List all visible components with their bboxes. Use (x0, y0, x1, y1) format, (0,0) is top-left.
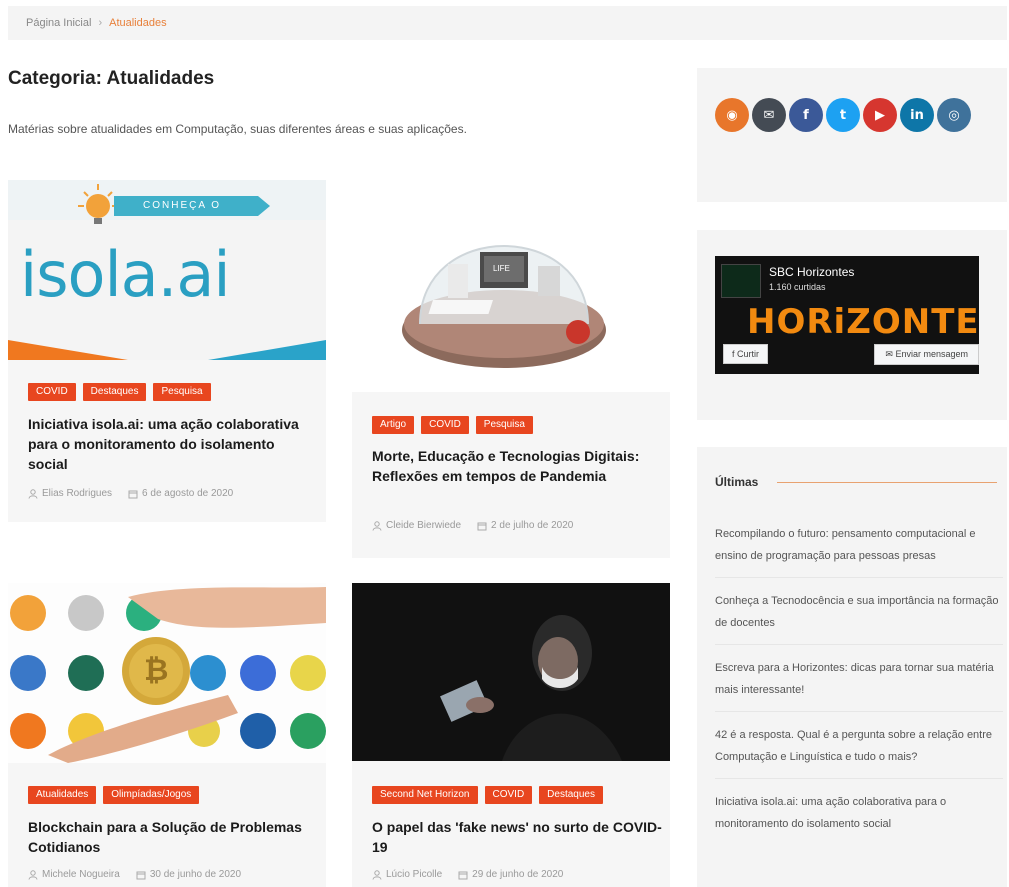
thumb-logo-text: isola.ai (20, 238, 231, 311)
post-author[interactable]: Michele Nogueira (28, 869, 120, 880)
linkedin-icon[interactable]: in (900, 98, 934, 132)
facebook-page-box[interactable]: SBC Horizontes 1.160 curtidas HORiZONTE … (715, 256, 979, 374)
post-card[interactable]: CONHEÇA O isola.ai COVID Destaques Pesqu… (8, 180, 326, 522)
youtube-icon[interactable]: ▶ (863, 98, 897, 132)
facebook-icon[interactable]: f (789, 98, 823, 132)
facebook-message-label: Enviar mensagem (895, 349, 968, 359)
facebook-like-button[interactable]: f Curtir (723, 344, 769, 364)
post-meta: Elias Rodrigues 6 de agosto de 2020 (28, 488, 233, 499)
post-thumbnail[interactable]: ₿ (8, 583, 326, 763)
page-description: Matérias sobre atualidades em Computação… (8, 122, 467, 136)
bitcoin-icon: ₿ (144, 653, 169, 688)
post-meta: Cleide Bierwiede 2 de julho de 2020 (372, 520, 573, 531)
social-widget: ◉ ✉ f t ▶ in ◎ (697, 68, 1007, 202)
social-icons: ◉ ✉ f t ▶ in ◎ (715, 98, 971, 132)
facebook-page-name[interactable]: SBC Horizontes (769, 265, 854, 279)
post-tags: Artigo COVID Pesquisa (372, 416, 533, 434)
calendar-icon (128, 490, 138, 498)
thumb-screen-text: LIFE (493, 264, 510, 273)
tag-link[interactable]: Destaques (539, 786, 603, 804)
post-author-name: Lúcio Picolle (386, 869, 443, 880)
post-date: 6 de agosto de 2020 (128, 488, 233, 499)
latest-posts-widget: Últimas Recompilando o futuro: pensament… (697, 447, 1007, 887)
user-icon (28, 869, 38, 880)
user-icon (372, 520, 382, 531)
post-tags: Atualidades Olimpíadas/Jogos (28, 786, 200, 804)
glass-dome-image (402, 245, 606, 368)
latest-posts-divider (777, 482, 997, 483)
calendar-icon (477, 522, 487, 530)
latest-posts-title: Últimas (715, 475, 759, 489)
post-thumbnail[interactable]: LIFE (352, 180, 670, 392)
post-thumbnail[interactable]: CONHEÇA O isola.ai (8, 180, 326, 360)
tag-link[interactable]: Pesquisa (475, 416, 533, 434)
user-icon (28, 488, 38, 499)
tag-link[interactable]: Second Net Horizon (372, 786, 478, 804)
latest-post-link[interactable]: Iniciativa isola.ai: uma ação colaborati… (715, 791, 1003, 845)
tag-link[interactable]: Artigo (372, 416, 415, 434)
breadcrumb-separator: › (98, 17, 103, 29)
tag-link[interactable]: Pesquisa (153, 383, 211, 401)
tag-link[interactable]: COVID (28, 383, 76, 401)
post-card[interactable]: LIFE Artigo COVID Pesquisa Morte, Educaç… (352, 180, 670, 558)
calendar-icon (458, 871, 468, 879)
facebook-page-likes: 1.160 curtidas (769, 282, 826, 292)
post-meta: Michele Nogueira 30 de junho de 2020 (28, 869, 241, 880)
breadcrumb-home-link[interactable]: Página Inicial (26, 17, 91, 29)
post-author-name: Elias Rodrigues (42, 488, 113, 499)
facebook-widget: SBC Horizontes 1.160 curtidas HORiZONTE … (697, 230, 1007, 420)
facebook-message-button[interactable]: ✉ Enviar mensagem (874, 344, 979, 365)
post-date: 2 de julho de 2020 (477, 520, 573, 531)
thumb-banner-text: CONHEÇA O (143, 200, 222, 211)
breadcrumb-current: Atualidades (109, 17, 167, 29)
tag-link[interactable]: COVID (421, 416, 469, 434)
latest-posts-list: Recompilando o futuro: pensamento comput… (715, 523, 1003, 857)
post-title[interactable]: Morte, Educação e Tecnologias Digitais: … (372, 446, 662, 486)
tag-link[interactable]: COVID (484, 786, 533, 804)
post-author[interactable]: Cleide Bierwiede (372, 520, 461, 531)
post-card[interactable]: Second Net Horizon COVID Destaques O pap… (352, 583, 670, 887)
rss-icon[interactable]: ◉ (715, 98, 749, 132)
post-date-text: 6 de agosto de 2020 (142, 488, 234, 499)
tag-link[interactable]: Atualidades (28, 786, 97, 804)
post-author-name: Cleide Bierwiede (386, 520, 462, 531)
post-date: 30 de junho de 2020 (136, 869, 241, 880)
email-icon[interactable]: ✉ (752, 98, 786, 132)
post-tags: COVID Destaques Pesquisa (28, 383, 211, 401)
facebook-like-label: Curtir (737, 349, 760, 359)
post-meta: Lúcio Picolle 29 de junho de 2020 (372, 869, 563, 880)
twitter-icon[interactable]: t (826, 98, 860, 132)
masked-woman-image (352, 583, 670, 761)
page-title: Categoria: Atualidades (8, 68, 215, 89)
post-author-name: Michele Nogueira (42, 869, 120, 880)
post-thumbnail[interactable] (352, 583, 670, 761)
post-title[interactable]: O papel das 'fake news' no surto de COVI… (372, 817, 662, 857)
tag-link[interactable]: Olimpíadas/Jogos (103, 786, 200, 804)
post-tags: Second Net Horizon COVID Destaques (372, 786, 603, 804)
latest-post-link[interactable]: Conheça a Tecnodocência e sua importânci… (715, 590, 1003, 645)
user-icon (372, 869, 382, 880)
post-author[interactable]: Lúcio Picolle (372, 869, 442, 880)
latest-post-link[interactable]: Escreva para a Horizontes: dicas para to… (715, 657, 1003, 712)
instagram-icon[interactable]: ◎ (937, 98, 971, 132)
post-date-text: 30 de junho de 2020 (149, 869, 242, 880)
latest-post-link[interactable]: Recompilando o futuro: pensamento comput… (715, 523, 1003, 578)
facebook-page-logo (721, 264, 761, 298)
post-title[interactable]: Blockchain para a Solução de Problemas C… (28, 817, 318, 857)
post-title[interactable]: Iniciativa isola.ai: uma ação colaborati… (28, 414, 318, 474)
messenger-icon: ✉ (885, 349, 896, 359)
post-date: 29 de junho de 2020 (458, 869, 563, 880)
facebook-cover-text: HORiZONTE (747, 302, 980, 342)
post-date-text: 2 de julho de 2020 (491, 520, 574, 531)
breadcrumb: Página Inicial › Atualidades (8, 6, 1007, 40)
latest-post-link[interactable]: 42 é a resposta. Qual é a pergunta sobre… (715, 724, 1003, 779)
tag-link[interactable]: Destaques (82, 383, 147, 401)
post-card[interactable]: ₿ Atualidades Olimpíadas/Jogos Blockchai… (8, 583, 326, 887)
post-date-text: 29 de junho de 2020 (472, 869, 564, 880)
calendar-icon (136, 871, 146, 879)
post-author[interactable]: Elias Rodrigues (28, 488, 112, 499)
